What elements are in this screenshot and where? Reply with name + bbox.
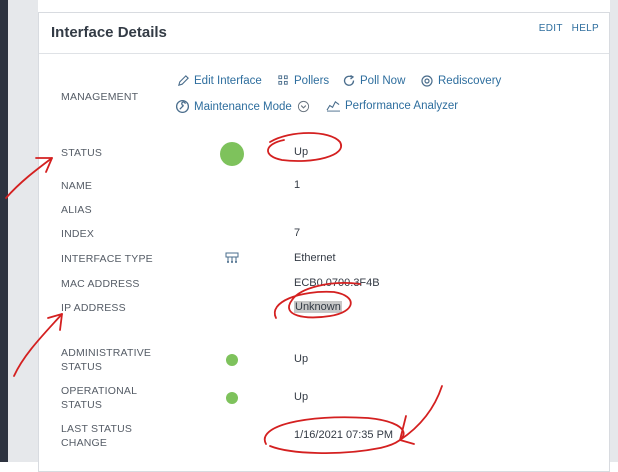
interface-type-value: Ethernet bbox=[294, 252, 336, 264]
edit-interface-label: Edit Interface bbox=[194, 74, 262, 87]
refresh-icon bbox=[343, 74, 355, 86]
poll-now-label: Poll Now bbox=[360, 75, 406, 87]
pollers-label: Pollers bbox=[294, 74, 330, 87]
edit-link[interactable]: EDIT bbox=[539, 23, 563, 34]
edit-interface-link[interactable]: Edit Interface bbox=[177, 74, 262, 87]
performance-analyzer-link[interactable]: Performance Analyzer bbox=[326, 99, 458, 112]
poll-now-link[interactable]: Poll Now bbox=[342, 74, 405, 88]
operational-status-label-line1: OPERATIONAL bbox=[61, 385, 138, 397]
index-label: INDEX bbox=[61, 228, 95, 240]
interface-details-panel: Interface Details EDIT HELP MANAGEMENT E… bbox=[38, 12, 610, 472]
last-status-change-label-line1: LAST STATUS bbox=[61, 423, 133, 435]
status-label: STATUS bbox=[61, 147, 103, 159]
rediscovery-icon bbox=[421, 75, 433, 87]
administrative-status-label-line1: ADMINISTRATIVE bbox=[61, 347, 152, 359]
status-indicator bbox=[220, 142, 244, 166]
operational-status-label-line2: STATUS bbox=[61, 399, 103, 411]
rediscovery-link[interactable]: Rediscovery bbox=[420, 74, 501, 88]
panel-title: Interface Details bbox=[51, 24, 167, 41]
name-label: NAME bbox=[61, 180, 93, 192]
pollers-icon bbox=[278, 75, 288, 85]
administrative-status-label-line2: STATUS bbox=[61, 361, 103, 373]
panel-header: Interface Details EDIT HELP bbox=[39, 13, 609, 54]
operational-status-label: OPERATIONAL STATUS bbox=[61, 384, 137, 412]
interface-type-label: INTERFACE TYPE bbox=[61, 253, 153, 265]
network-interface-icon bbox=[225, 252, 239, 263]
pollers-link[interactable]: Pollers bbox=[277, 74, 329, 87]
ip-address-text: Unknown bbox=[294, 301, 342, 313]
status-value: Up bbox=[294, 146, 309, 158]
maintenance-icon bbox=[175, 99, 190, 114]
last-status-change-value: 1/16/2021 07:35 PM bbox=[294, 429, 394, 441]
last-status-change-label-line2: CHANGE bbox=[61, 437, 108, 449]
name-value: 1 bbox=[294, 179, 301, 191]
sidebar-edge bbox=[0, 0, 8, 462]
management-label: MANAGEMENT bbox=[61, 91, 139, 103]
ip-address-value: Unknown bbox=[294, 301, 342, 313]
header-actions: EDIT HELP bbox=[533, 23, 599, 34]
operational-status-indicator bbox=[226, 392, 238, 404]
left-gutter bbox=[8, 0, 38, 462]
index-value: 7 bbox=[294, 227, 301, 239]
alias-label: ALIAS bbox=[61, 204, 92, 216]
operational-status-value: Up bbox=[294, 391, 309, 403]
performance-analyzer-label: Performance Analyzer bbox=[345, 99, 459, 112]
maintenance-mode-label: Maintenance Mode bbox=[194, 100, 292, 113]
administrative-status-value: Up bbox=[294, 353, 309, 365]
help-link[interactable]: HELP bbox=[572, 23, 599, 34]
administrative-status-label: ADMINISTRATIVE STATUS bbox=[61, 346, 151, 374]
ip-address-label: IP ADDRESS bbox=[61, 302, 126, 314]
performance-analyzer-icon bbox=[326, 100, 340, 112]
pencil-icon bbox=[178, 75, 189, 86]
right-gutter bbox=[610, 0, 618, 462]
chevron-down-icon[interactable] bbox=[297, 100, 310, 113]
mac-address-value: ECB0.0700.3F4B bbox=[294, 277, 380, 289]
maintenance-mode-link[interactable]: Maintenance Mode bbox=[175, 99, 314, 114]
last-status-change-label: LAST STATUS CHANGE bbox=[61, 422, 132, 450]
mac-address-label: MAC ADDRESS bbox=[61, 278, 140, 290]
rediscovery-label: Rediscovery bbox=[438, 75, 502, 87]
administrative-status-indicator bbox=[226, 354, 238, 366]
